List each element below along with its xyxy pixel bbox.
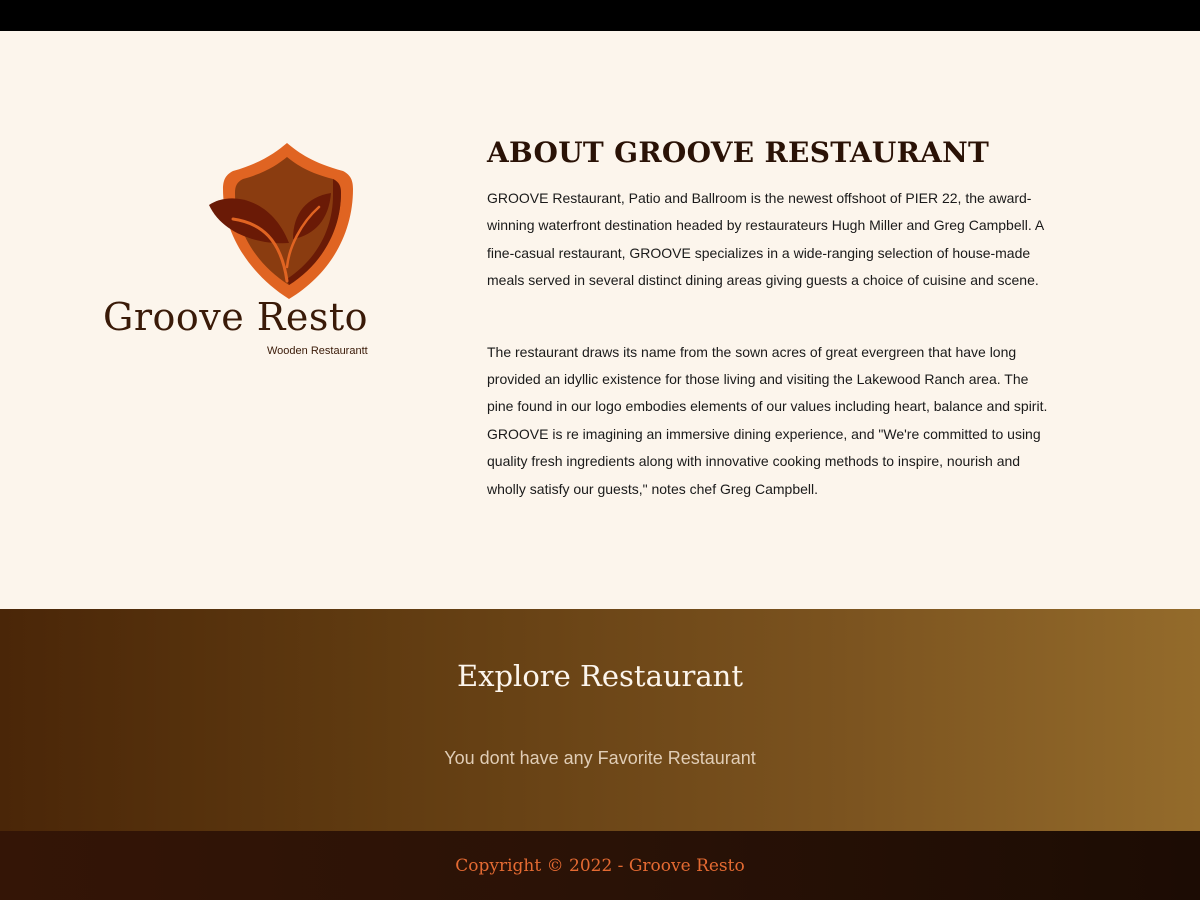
about-section: Groove Resto Wooden Restaurantt ABOUT GR…: [0, 31, 1200, 609]
brand-title: Groove Resto: [103, 295, 369, 339]
leaf-shield-icon: [209, 143, 353, 299]
about-heading: ABOUT GROOVE RESTAURANT: [487, 136, 990, 169]
top-bar: [0, 0, 1200, 31]
explore-section: Explore Restaurant You dont have any Fav…: [0, 609, 1200, 831]
footer: Copyright © 2022 - Groove Resto: [0, 831, 1200, 900]
footer-copyright: Copyright © 2022 - Groove Resto: [455, 856, 745, 876]
brand-logo: Groove Resto Wooden Restaurantt: [95, 139, 375, 369]
about-paragraph-1: GROOVE Restaurant, Patio and Ballroom is…: [487, 190, 1044, 289]
about-paragraph-2: The restaurant draws its name from the s…: [487, 343, 1048, 497]
explore-title: Explore Restaurant: [456, 659, 744, 693]
brand-tagline: Wooden Restaurantt: [267, 345, 368, 357]
favorites-empty-message: You dont have any Favorite Restaurant: [444, 748, 756, 768]
about-content: ABOUT GROOVE RESTAURANT GROOVE Restauran…: [487, 135, 1057, 503]
